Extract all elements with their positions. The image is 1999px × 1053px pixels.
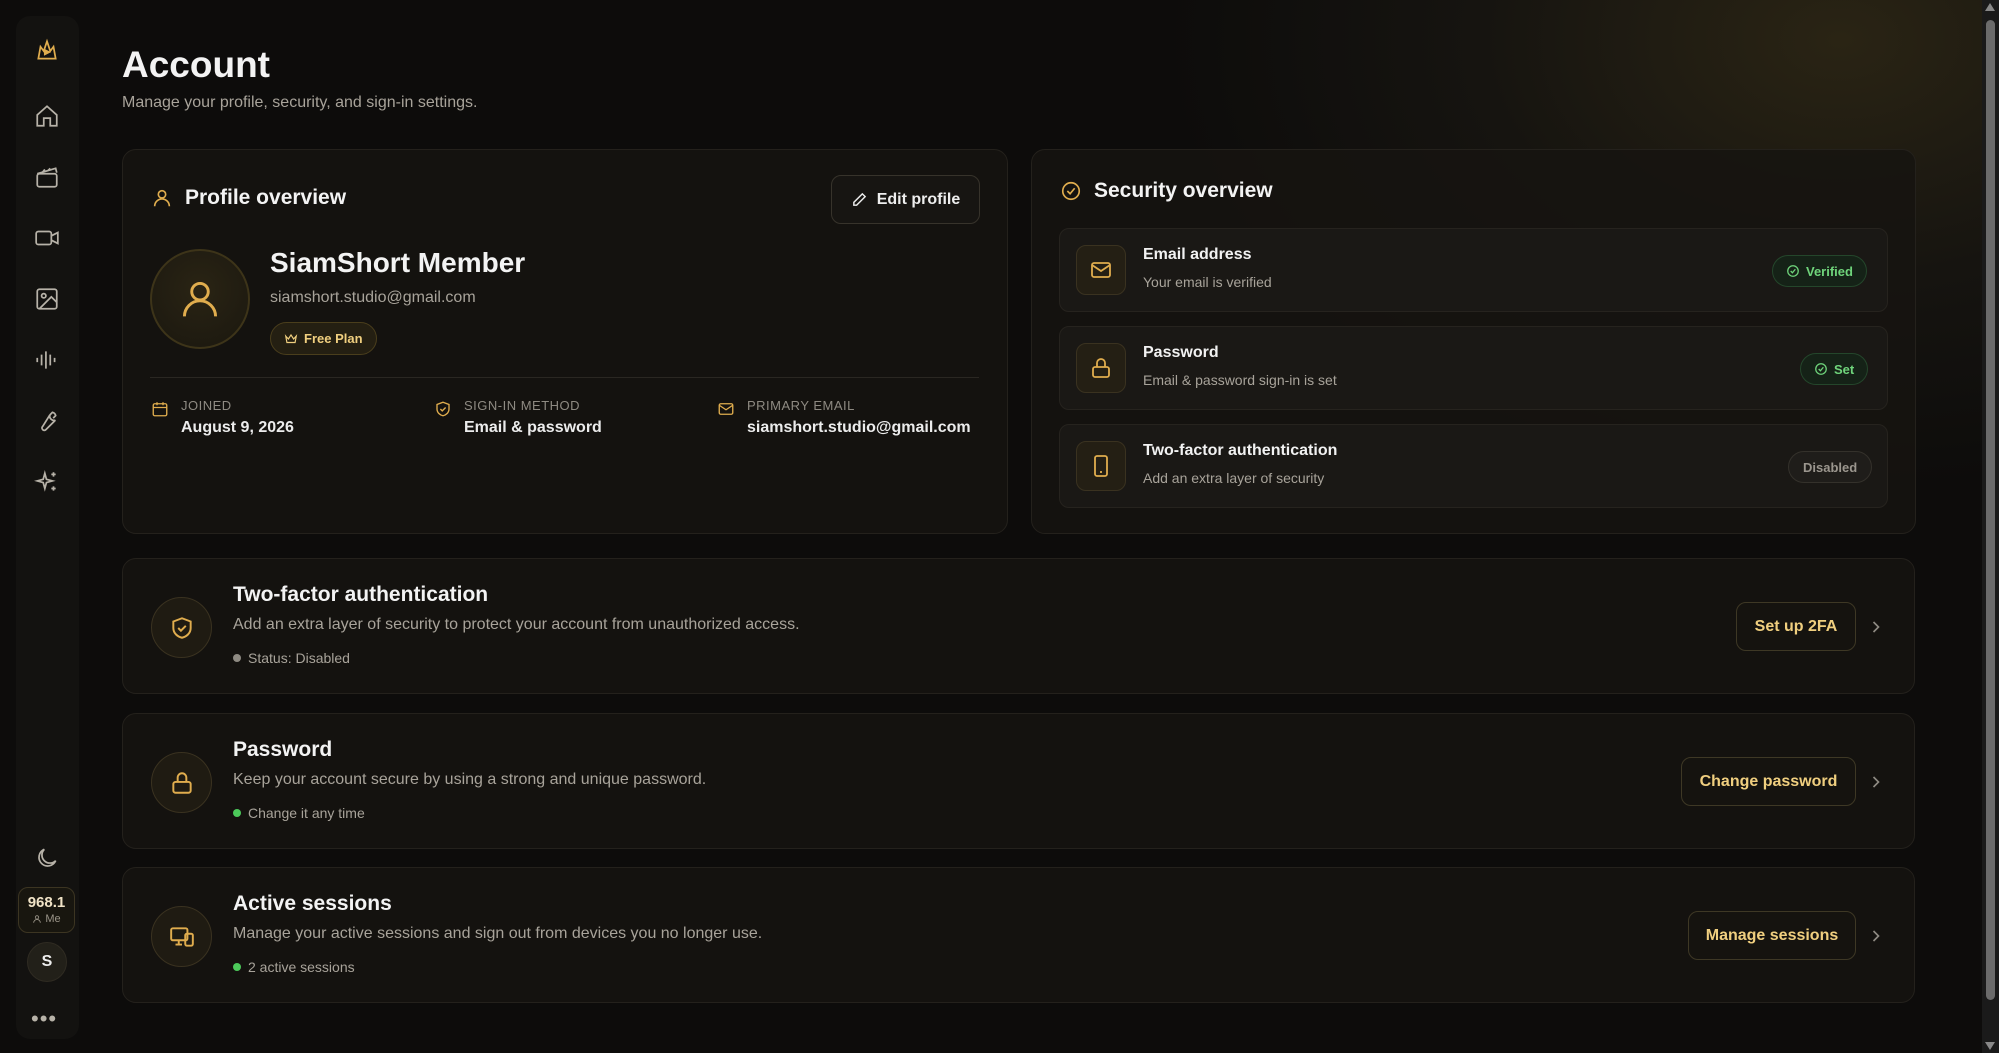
- profile-avatar: [150, 249, 250, 349]
- edit-profile-label: Edit profile: [876, 190, 961, 208]
- chevron-right-icon[interactable]: [1866, 617, 1886, 637]
- lock-icon: [1076, 343, 1126, 393]
- status-text: 2 active sessions: [248, 959, 355, 975]
- status-badge: Verified: [1772, 255, 1867, 287]
- credits-value: 968.1: [27, 894, 66, 911]
- shield-check-icon: [151, 597, 212, 658]
- security-row-2fa[interactable]: Two-factor authentication Add an extra l…: [1059, 424, 1888, 508]
- status-dot: [233, 963, 241, 971]
- scrollbar[interactable]: [1982, 0, 1999, 1053]
- clapperboard-icon[interactable]: [31, 161, 63, 193]
- meta-joined: JOINED August 9, 2026: [151, 398, 294, 437]
- two-factor-subtitle: Add an extra layer of security to protec…: [233, 616, 800, 633]
- profile-overview-title: Profile overview: [185, 186, 347, 209]
- password-subtitle: Keep your account secure by using a stro…: [233, 771, 707, 788]
- profile-name: SiamShort Member: [270, 247, 526, 278]
- pencil-icon: [852, 192, 866, 206]
- sessions-subtitle: Manage your active sessions and sign out…: [233, 925, 763, 942]
- security-overview-header: Security overview: [1060, 179, 1273, 203]
- status-text: Status: Disabled: [248, 650, 350, 666]
- check-circle-icon: [1787, 265, 1799, 277]
- status-badge: Disabled: [1788, 451, 1873, 483]
- security-row-subtitle: Add an extra layer of security: [1143, 470, 1325, 486]
- calendar-icon: [151, 400, 169, 418]
- meta-primary-email: PRIMARY EMAIL siamshort.studio@gmail.com: [717, 398, 971, 437]
- security-row-subtitle: Your email is verified: [1143, 274, 1272, 290]
- profile-overview-header: Profile overview: [151, 186, 346, 210]
- manage-sessions-button[interactable]: Manage sessions: [1688, 911, 1856, 960]
- password-status: Change it any time: [233, 805, 365, 821]
- page-title: Account: [122, 44, 270, 85]
- sessions-title: Active sessions: [233, 892, 392, 915]
- password-card: Password Keep your account secure by usi…: [122, 713, 1915, 849]
- user-icon: [33, 915, 42, 923]
- credits-label: Me: [45, 913, 61, 925]
- credits-badge[interactable]: 968.1 Me: [18, 887, 75, 933]
- security-row-title: Two-factor authentication: [1143, 442, 1338, 459]
- change-password-button[interactable]: Change password: [1681, 757, 1856, 806]
- smartphone-icon: [1076, 441, 1126, 491]
- meta-label: PRIMARY EMAIL: [747, 398, 855, 413]
- security-overview-title: Security overview: [1094, 179, 1273, 202]
- mail-icon: [1076, 245, 1126, 295]
- security-row-subtitle: Email & password sign-in is set: [1143, 372, 1337, 388]
- devices-icon: [151, 906, 212, 967]
- meta-value: Email & password: [464, 419, 602, 436]
- user-icon: [182, 281, 218, 317]
- status-badge: Set: [1800, 353, 1869, 385]
- meta-label: JOINED: [181, 398, 232, 413]
- security-row-password[interactable]: Password Email & password sign-in is set…: [1059, 326, 1888, 410]
- meta-signin-method: SIGN-IN METHOD Email & password: [434, 398, 602, 437]
- sessions-status: 2 active sessions: [233, 959, 355, 975]
- user-icon: [151, 187, 173, 209]
- mail-icon: [717, 400, 735, 418]
- scroll-down-arrow-icon[interactable]: [1985, 1042, 1995, 1050]
- status-text: Change it any time: [248, 805, 365, 821]
- status-label: Set: [1834, 361, 1855, 377]
- meta-label: SIGN-IN METHOD: [464, 398, 581, 413]
- sparkles-icon[interactable]: [31, 466, 63, 498]
- security-row-title: Password: [1143, 344, 1219, 361]
- shield-check-icon: [434, 400, 452, 418]
- lock-icon: [151, 752, 212, 813]
- security-row-title: Email address: [1143, 246, 1252, 263]
- more-menu-icon[interactable]: •••: [31, 1006, 57, 1032]
- sidebar: 968.1 Me S •••: [16, 16, 79, 1039]
- audio-waveform-icon[interactable]: [31, 344, 63, 376]
- profile-email: siamshort.studio@gmail.com: [270, 289, 476, 306]
- avatar[interactable]: S: [27, 942, 67, 982]
- two-factor-card: Two-factor authentication Add an extra l…: [122, 558, 1915, 694]
- chevron-right-icon[interactable]: [1866, 926, 1886, 946]
- plan-label: Free Plan: [304, 331, 363, 346]
- credits-user: Me: [19, 913, 74, 925]
- status-dot: [233, 654, 241, 662]
- setup-2fa-button[interactable]: Set up 2FA: [1736, 602, 1856, 651]
- image-icon[interactable]: [31, 283, 63, 315]
- check-circle-icon: [1815, 363, 1827, 375]
- profile-overview-card: Profile overview Edit profile: [122, 149, 1008, 534]
- profile-divider: [150, 377, 979, 378]
- password-title: Password: [233, 738, 333, 761]
- two-factor-status: Status: Disabled: [233, 650, 350, 666]
- logo-icon[interactable]: [31, 34, 63, 66]
- moon-icon[interactable]: [31, 842, 63, 874]
- status-label: Verified: [1806, 263, 1853, 279]
- plan-badge: Free Plan: [270, 322, 377, 355]
- scrollbar-thumb[interactable]: [1986, 20, 1995, 1000]
- home-icon[interactable]: [31, 100, 63, 132]
- check-circle-icon: [1060, 180, 1082, 202]
- meta-value: siamshort.studio@gmail.com: [747, 419, 971, 436]
- status-dot: [233, 809, 241, 817]
- edit-profile-button[interactable]: Edit profile: [831, 175, 980, 224]
- meta-value: August 9, 2026: [181, 419, 294, 436]
- scroll-up-arrow-icon[interactable]: [1985, 3, 1995, 11]
- page-subtitle: Manage your profile, security, and sign-…: [122, 94, 478, 111]
- active-sessions-card: Active sessions Manage your active sessi…: [122, 867, 1915, 1003]
- chevron-right-icon[interactable]: [1866, 772, 1886, 792]
- wrench-icon[interactable]: [31, 405, 63, 437]
- security-row-email[interactable]: Email address Your email is verified Ver…: [1059, 228, 1888, 312]
- crown-icon: [284, 333, 298, 343]
- two-factor-title: Two-factor authentication: [233, 583, 489, 606]
- video-camera-icon[interactable]: [31, 222, 63, 254]
